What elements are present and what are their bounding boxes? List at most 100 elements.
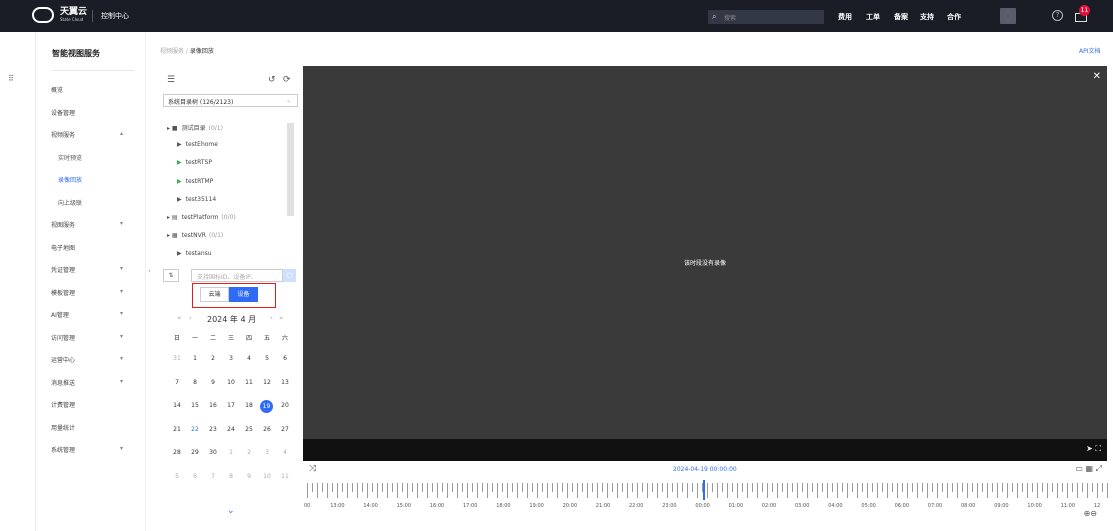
collapse-sidebar-icon[interactable]: ‹ — [148, 267, 151, 275]
calendar-day[interactable]: 1 — [222, 449, 240, 456]
tree-node[interactable]: ▶ testRTMP — [177, 178, 213, 185]
tree-node[interactable]: ▸ ■ 测试目录 (0/1) — [167, 123, 223, 132]
sidebar-item[interactable]: 设备管理 — [51, 108, 131, 117]
chevron-down-icon[interactable]: ⌄ — [227, 506, 235, 516]
tree-node[interactable]: ▶ test35114 — [177, 196, 216, 203]
nav-tickets[interactable]: 工单 — [866, 12, 880, 22]
calendar-day[interactable]: 6 — [276, 355, 294, 362]
calendar-day[interactable]: 8 — [186, 379, 204, 386]
sidebar-item[interactable]: 消息推送 ▾ — [51, 378, 131, 387]
calendar-day[interactable]: 30 — [204, 449, 222, 456]
tree-node[interactable]: ▸ ▦ testNVR (0/1) — [167, 232, 223, 239]
source-cloud-toggle[interactable]: 云端 — [200, 287, 229, 302]
calendar-day[interactable]: 10 — [222, 379, 240, 386]
calendar-day[interactable]: 31 — [168, 355, 186, 362]
calendar-day[interactable]: 18 — [240, 402, 258, 409]
tianyi-cloud-logo-icon[interactable] — [32, 7, 54, 23]
console-link[interactable]: 控制中心 — [101, 11, 129, 21]
tree-scrollbar[interactable] — [287, 123, 294, 216]
sidebar-item[interactable]: 概览 — [51, 85, 131, 94]
calendar-day[interactable]: 3 — [222, 355, 240, 362]
filter-icon[interactable]: ⇅ — [163, 269, 179, 282]
sidebar-item[interactable]: 运营中心 ▾ — [51, 355, 131, 364]
calendar-day[interactable]: 15 — [186, 402, 204, 409]
calendar-day[interactable]: 10 — [258, 473, 276, 480]
source-device-toggle[interactable]: 设备 — [229, 287, 258, 302]
avatar[interactable] — [1000, 8, 1016, 24]
search-button[interactable]: ○ — [283, 269, 296, 282]
grid-layout-icon[interactable]: ▦ — [1085, 464, 1093, 473]
calendar-day[interactable]: 3 — [258, 449, 276, 456]
sidebar-item[interactable]: 计费管理 — [51, 400, 131, 409]
calendar-day[interactable]: 7 — [168, 379, 186, 386]
close-icon[interactable]: ✕ — [1093, 71, 1101, 82]
calendar-day[interactable]: 12 — [258, 379, 276, 386]
calendar-day[interactable]: 4 — [276, 449, 294, 456]
tree-node[interactable]: ▸ ▤ testPlatform (0/0) — [167, 214, 236, 221]
timeline-cursor[interactable] — [703, 480, 705, 500]
sidebar-item[interactable]: 视图服务 ▾ — [51, 220, 131, 229]
calendar-day[interactable]: 13 — [276, 379, 294, 386]
window-icon[interactable]: ▭ — [1075, 464, 1083, 473]
sidebar-item[interactable]: 录像回放 — [58, 175, 138, 184]
calendar-day[interactable]: 1 — [186, 355, 204, 362]
tree-node[interactable]: ▶ testansu — [177, 250, 212, 257]
shuffle-icon[interactable]: ⤨ — [309, 464, 316, 474]
nav-support[interactable]: 支持 — [920, 12, 934, 22]
history-icon[interactable]: ↺ — [268, 75, 276, 85]
calendar-day[interactable]: 22 — [186, 426, 204, 433]
fullscreen-icon[interactable]: ⛶ — [1095, 444, 1101, 453]
sidebar-item[interactable]: 凭证管理 ▾ — [51, 265, 131, 274]
prev-year-icon[interactable]: « — [177, 314, 181, 322]
calendar-day[interactable]: 5 — [258, 355, 276, 362]
calendar-day[interactable]: 28 — [168, 449, 186, 456]
sidebar-item[interactable]: 模板管理 ▾ — [51, 288, 131, 297]
tree-list-icon[interactable]: ☰ — [167, 75, 175, 85]
zoom-out-icon[interactable]: ⊖ — [1090, 509, 1097, 518]
calendar-day[interactable]: 16 — [204, 402, 222, 409]
sidebar-item[interactable]: 实时预览 — [58, 153, 138, 162]
calendar-day[interactable]: 26 — [258, 426, 276, 433]
calendar-day[interactable]: 11 — [240, 379, 258, 386]
screenshot-icon[interactable]: ➤ — [1086, 444, 1093, 453]
video-player[interactable]: ✕ 该时段没有录像 — [303, 66, 1107, 439]
calendar-day[interactable]: 2 — [204, 355, 222, 362]
nav-billing[interactable]: 费用 — [838, 12, 852, 22]
calendar-day[interactable]: 21 — [168, 426, 186, 433]
next-month-icon[interactable]: › — [270, 314, 273, 322]
calendar-day[interactable]: 19 — [260, 400, 273, 413]
calendar-day[interactable]: 5 — [168, 473, 186, 480]
calendar-day[interactable]: 20 — [276, 402, 294, 409]
sidebar-item[interactable]: 电子地图 — [51, 243, 131, 252]
calendar-day[interactable]: 2 — [240, 449, 258, 456]
calendar-day[interactable]: 14 — [168, 402, 186, 409]
device-search-input[interactable]: 支持国标ID、设备IP、 — [191, 269, 283, 282]
calendar-day[interactable]: 6 — [186, 473, 204, 480]
calendar-day[interactable]: 9 — [204, 379, 222, 386]
calendar-day[interactable]: 9 — [240, 473, 258, 480]
calendar-day[interactable]: 24 — [222, 426, 240, 433]
next-year-icon[interactable]: » — [279, 314, 283, 322]
calendar-day[interactable]: 23 — [204, 426, 222, 433]
catalog-select[interactable]: 系统目录树 (126/2123) ⌄ — [163, 94, 298, 107]
calendar-day[interactable]: 8 — [222, 473, 240, 480]
sidebar-item[interactable]: 用量统计 — [51, 423, 131, 432]
sidebar-item[interactable]: 访问管理 ▾ — [51, 333, 131, 342]
calendar-day[interactable]: 25 — [240, 426, 258, 433]
sidebar-item[interactable]: 向上级联 — [58, 198, 138, 207]
refresh-icon[interactable]: ⟳ — [283, 75, 291, 85]
expand-icon[interactable]: ⤢ — [1096, 464, 1102, 473]
nav-partner[interactable]: 合作 — [947, 12, 961, 22]
apps-grid-icon[interactable]: ⠿ — [8, 74, 14, 83]
calendar-day[interactable]: 11 — [276, 473, 294, 480]
breadcrumb-parent[interactable]: 视频服务 — [160, 48, 184, 55]
calendar-day[interactable]: 17 — [222, 402, 240, 409]
brand-name[interactable]: 天翼云 — [60, 8, 87, 17]
tree-node[interactable]: ▶ testRTSP — [177, 159, 212, 166]
api-doc-link[interactable]: API文档 — [1079, 46, 1101, 55]
nav-filing[interactable]: 备案 — [894, 12, 908, 22]
calendar-day[interactable]: 7 — [204, 473, 222, 480]
tree-node[interactable]: ▶ testEhome — [177, 141, 218, 148]
calendar-day[interactable]: 27 — [276, 426, 294, 433]
help-icon[interactable]: ? — [1052, 10, 1063, 21]
